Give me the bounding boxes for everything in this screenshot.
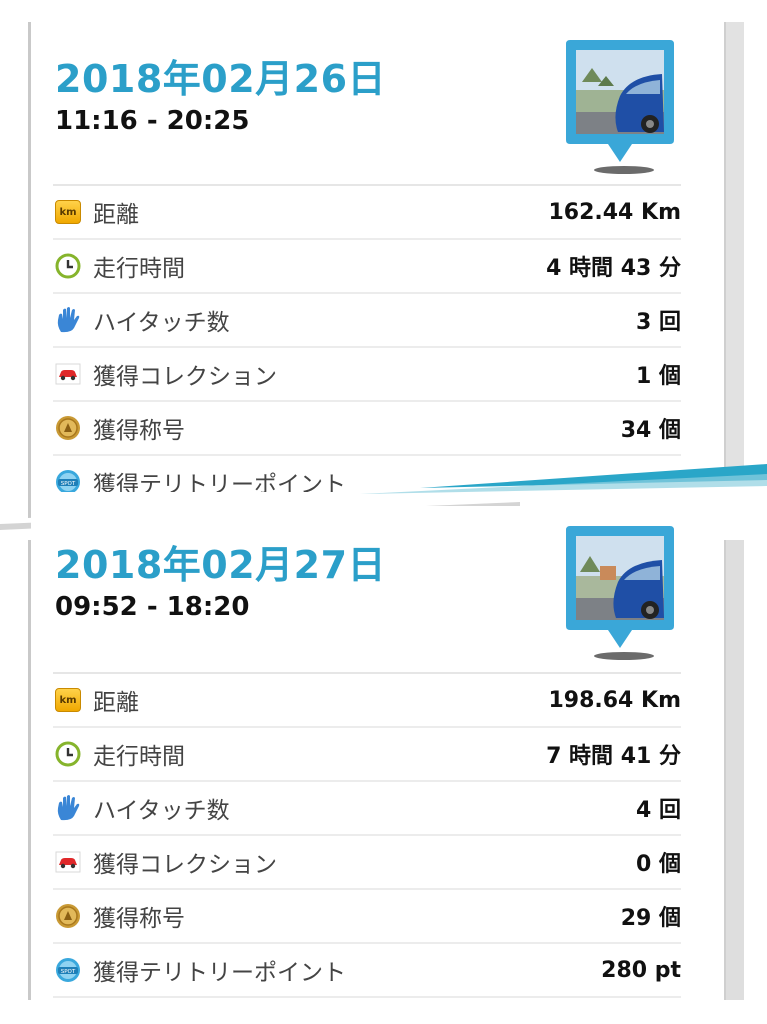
km-icon: km	[55, 687, 81, 713]
stat-row-territory: SPOT 獲得テリトリーポイント 280 pt	[53, 944, 681, 998]
stat-label: 獲得コレクション	[93, 852, 277, 878]
stat-value: 1 個	[636, 364, 681, 389]
photo-thumbnail	[566, 526, 674, 648]
drive-log-card[interactable]: 2018年02月27日 09:52 - 18:20 km 距離 198.64 K…	[31, 506, 724, 1000]
stat-label: 走行時間	[93, 256, 185, 282]
drive-date: 2018年02月26日	[55, 57, 387, 101]
stat-label: 走行時間	[93, 744, 185, 770]
stat-row-drive-time: 走行時間 4 時間 43 分	[53, 240, 681, 294]
stat-value: 3 回	[636, 310, 681, 335]
stat-label: ハイタッチ数	[93, 798, 230, 824]
stat-label: 獲得テリトリーポイント	[93, 960, 346, 986]
drive-time-range: 09:52 - 18:20	[55, 592, 250, 622]
photo-thumbnail	[566, 40, 674, 162]
stat-label: 距離	[93, 690, 139, 716]
drive-log-screen: 2018年02月26日 11:16 - 20:25 km 距離 162.44 K…	[0, 0, 767, 1024]
stat-value: 4 時間 43 分	[546, 256, 681, 281]
clock-icon	[55, 741, 81, 767]
stat-label: 獲得称号	[93, 418, 185, 444]
medal-icon	[55, 415, 81, 441]
stat-value: 7 時間 41 分	[546, 744, 681, 769]
stat-row-drive-time: 走行時間 7 時間 41 分	[53, 728, 681, 782]
clock-icon	[55, 253, 81, 279]
stat-row-distance: km 距離 198.64 Km	[53, 674, 681, 728]
car-icon	[55, 361, 81, 387]
card-frame-right	[724, 500, 744, 1000]
stat-value: 280 pt	[601, 957, 681, 983]
drive-log-card[interactable]: 2018年02月26日 11:16 - 20:25 km 距離 162.44 K…	[31, 22, 724, 492]
stat-row-distance: km 距離 162.44 Km	[53, 186, 681, 240]
drive-time-range: 11:16 - 20:25	[55, 106, 250, 136]
photo-map-pin[interactable]	[564, 522, 676, 662]
stat-row-high-touch: ハイタッチ数 3 回	[53, 294, 681, 348]
pin-shadow	[594, 652, 654, 660]
medal-icon	[55, 903, 81, 929]
stat-row-titles: 獲得称号 29 個	[53, 890, 681, 944]
drive-date: 2018年02月27日	[55, 543, 387, 587]
stat-value: 4 回	[636, 798, 681, 823]
stat-value: 198.64 Km	[548, 687, 681, 713]
stat-row-titles: 獲得称号 34 個	[53, 402, 681, 456]
spot-icon: SPOT	[55, 957, 81, 983]
stat-value: 29 個	[620, 906, 681, 931]
stats-list: km 距離 162.44 Km 走行時間 4 時間 43 分 ハイタッチ数 3 …	[53, 184, 681, 492]
stats-list: km 距離 198.64 Km 走行時間 7 時間 41 分 ハイタッチ数 4 …	[53, 672, 681, 998]
pin-shadow	[594, 166, 654, 174]
stat-label: 獲得コレクション	[93, 364, 277, 390]
stat-row-collection: 獲得コレクション 0 個	[53, 836, 681, 890]
card-frame-right	[724, 22, 744, 492]
stat-row-collection: 獲得コレクション 1 個	[53, 348, 681, 402]
stat-value: 0 個	[636, 852, 681, 877]
photo-map-pin[interactable]	[564, 36, 676, 176]
stat-row-high-touch: ハイタッチ数 4 回	[53, 782, 681, 836]
stat-label: 距離	[93, 202, 139, 228]
km-icon: km	[55, 199, 81, 225]
stat-label: 獲得称号	[93, 906, 185, 932]
svg-text:SPOT: SPOT	[61, 969, 76, 975]
hand-icon	[55, 795, 81, 821]
stat-value: 34 個	[620, 418, 681, 443]
stat-label: ハイタッチ数	[93, 310, 230, 336]
car-icon	[55, 849, 81, 875]
hand-icon	[55, 307, 81, 333]
stat-value: 162.44 Km	[548, 199, 681, 225]
